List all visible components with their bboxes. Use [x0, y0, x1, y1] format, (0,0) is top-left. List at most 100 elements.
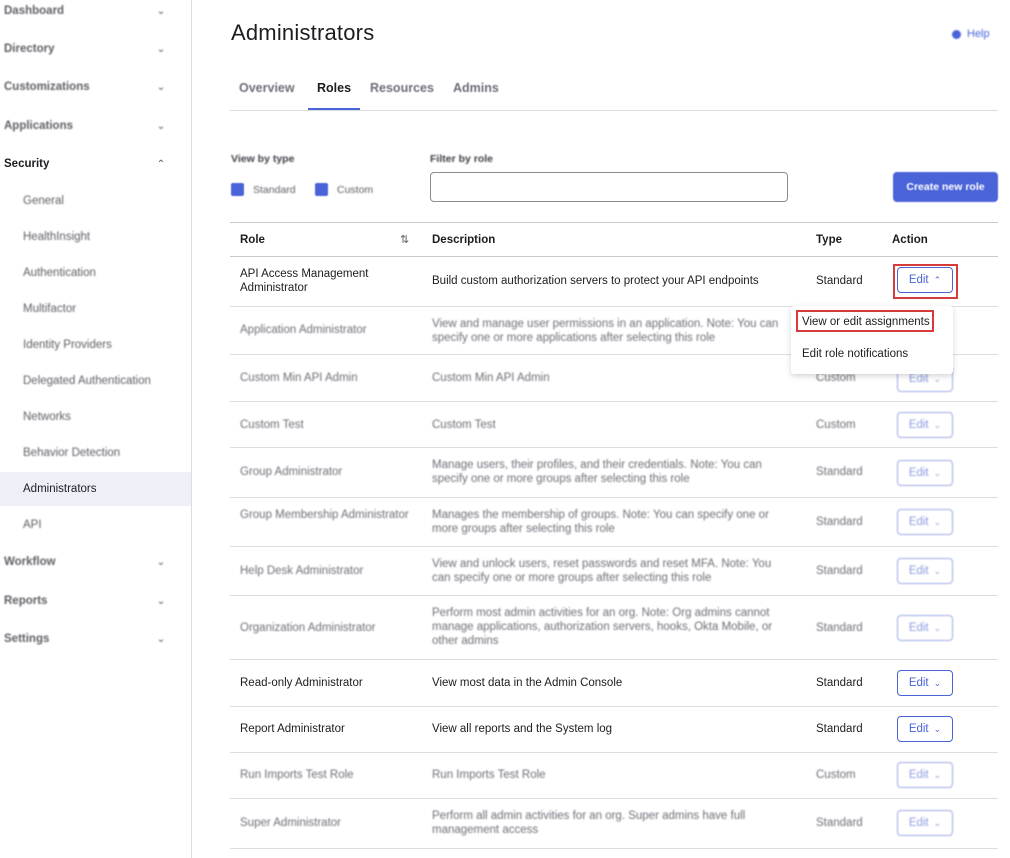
sidebar-item-authentication[interactable]: Authentication — [0, 256, 191, 290]
edit-button[interactable]: Edit ⌄ — [897, 460, 953, 486]
role-name[interactable]: Report Administrator — [240, 722, 410, 736]
role-name[interactable]: Custom Min API Admin — [240, 371, 410, 385]
edit-button[interactable]: Edit ⌄ — [897, 558, 953, 584]
role-name[interactable]: Run Imports Test Role — [240, 768, 410, 782]
role-description: View all reports and the System log — [432, 723, 613, 735]
column-header-description: Description — [432, 234, 496, 246]
nav-label: Security — [4, 158, 50, 170]
role-type: Standard — [816, 516, 863, 528]
chevron-down-icon: ⌄ — [933, 516, 942, 527]
edit-button[interactable]: Edit ⌄ — [897, 509, 953, 535]
role-name[interactable]: Custom Test — [240, 418, 410, 432]
help-icon — [952, 29, 961, 39]
role-type: Standard — [816, 275, 863, 287]
nav-security[interactable]: Security ⌃ — [4, 154, 184, 174]
role-type: Standard — [816, 622, 863, 634]
active-tab-indicator — [308, 108, 360, 110]
table-row: Help Desk Administrator View and unlock … — [230, 547, 998, 596]
edit-button[interactable]: Edit ⌄ — [897, 412, 953, 438]
chevron-down-icon: ⌄ — [156, 120, 166, 132]
sidebar-item-label: Authentication — [23, 267, 96, 279]
chevron-down-icon: ⌄ — [156, 81, 166, 93]
role-name[interactable]: Organization Administrator — [240, 621, 410, 635]
role-type: Standard — [816, 677, 863, 689]
tab-resources[interactable]: Resources — [370, 81, 434, 95]
chevron-down-icon: ⌄ — [933, 622, 942, 633]
role-description: Perform all admin activities for an org.… — [432, 810, 746, 836]
role-type: Standard — [816, 565, 863, 577]
nav-workflow[interactable]: Workflow ⌄ — [4, 552, 184, 572]
filter-by-role-input[interactable] — [430, 172, 788, 202]
sidebar-item-label: API — [23, 519, 42, 531]
sidebar-item-behavior-detection[interactable]: Behavior Detection — [0, 436, 191, 470]
edit-button[interactable]: Edit ⌄ — [897, 670, 953, 696]
role-type: Standard — [816, 466, 863, 478]
role-type: Custom — [816, 419, 856, 431]
sidebar: Dashboard ⌄ Directory ⌄ Customizations ⌄ Ap… — [0, 0, 192, 858]
tab-admins[interactable]: Admins — [453, 81, 499, 95]
nav-applications[interactable]: Applications ⌄ — [4, 116, 184, 136]
role-name[interactable]: Read-only Administrator — [240, 676, 410, 690]
edit-label: Edit — [908, 769, 929, 781]
edit-label: Edit — [908, 467, 929, 479]
role-type: Standard — [816, 723, 863, 735]
edit-button[interactable]: Edit ⌄ — [897, 615, 953, 641]
sidebar-item-networks[interactable]: Networks — [0, 400, 191, 434]
table-row: Group Administrator Manage users, their … — [230, 448, 998, 498]
sort-icon[interactable]: ⇅ — [400, 233, 409, 246]
tab-overview[interactable]: Overview — [239, 81, 295, 95]
custom-checkbox[interactable] — [315, 183, 328, 196]
role-description: Manages the membership of groups. Note: … — [432, 509, 769, 535]
role-type: Custom — [816, 769, 856, 781]
column-header-role[interactable]: Role — [240, 234, 265, 246]
chevron-down-icon: ⌄ — [933, 565, 942, 576]
role-name[interactable]: Group Administrator — [240, 465, 410, 479]
role-name[interactable]: Super Administrator — [240, 816, 410, 830]
role-name[interactable]: Application Administrator — [240, 323, 410, 337]
role-name[interactable]: API Access Management Administrator — [240, 267, 410, 295]
nav-settings[interactable]: Settings ⌄ — [4, 629, 184, 649]
sidebar-item-healthinsight[interactable]: HealthInsight — [0, 220, 191, 254]
edit-button[interactable]: Edit ⌄ — [897, 810, 953, 836]
sidebar-item-general[interactable]: General — [0, 184, 191, 218]
sidebar-item-label: Administrators — [23, 483, 97, 495]
sidebar-item-label: Delegated Authentication — [23, 375, 151, 387]
role-type: Standard — [816, 817, 863, 829]
sidebar-item-delegated-authentication[interactable]: Delegated Authentication — [0, 364, 191, 398]
nav-label: Directory — [4, 43, 55, 55]
nav-customizations[interactable]: Customizations ⌄ — [4, 77, 184, 97]
role-description: Run Imports Test Role — [432, 769, 546, 781]
edit-label: Edit — [908, 565, 929, 577]
sidebar-item-multifactor[interactable]: Multifactor — [0, 292, 191, 326]
menu-item-edit-role-notifications[interactable]: Edit role notifications — [802, 348, 908, 360]
role-name[interactable]: Group Membership Administrator — [240, 508, 410, 522]
sidebar-item-api[interactable]: API — [0, 508, 191, 542]
edit-button[interactable]: Edit ⌄ — [897, 716, 953, 742]
table-row: Group Membership Administrator Manages t… — [230, 498, 998, 547]
edit-button[interactable]: Edit ⌄ — [897, 762, 953, 788]
standard-checkbox[interactable] — [231, 183, 244, 196]
chevron-down-icon: ⌄ — [156, 556, 166, 568]
chevron-down-icon: ⌄ — [933, 373, 942, 384]
edit-label: Edit — [908, 622, 929, 634]
nav-reports[interactable]: Reports ⌄ — [4, 591, 184, 611]
help-link[interactable]: Help — [952, 28, 990, 40]
sidebar-item-label: Behavior Detection — [23, 447, 121, 459]
sidebar-item-identity-providers[interactable]: Identity Providers — [0, 328, 191, 362]
table-row: Super Administrator Perform all admin ac… — [230, 799, 998, 849]
chevron-down-icon: ⌄ — [933, 419, 942, 430]
sidebar-item-label: Identity Providers — [23, 339, 112, 351]
filter-by-role-label: Filter by role — [430, 153, 494, 165]
tab-roles[interactable]: Roles — [317, 81, 351, 95]
standard-checkbox-label: Standard — [253, 184, 296, 196]
sidebar-item-administrators[interactable]: Administrators — [0, 472, 191, 506]
chevron-down-icon: ⌄ — [933, 817, 942, 828]
column-header-action: Action — [892, 234, 928, 246]
menu-item-highlight — [796, 310, 934, 332]
nav-dashboard[interactable]: Dashboard ⌄ — [4, 1, 184, 21]
nav-directory[interactable]: Directory ⌄ — [4, 39, 184, 59]
role-description: Custom Test — [432, 419, 496, 431]
role-name[interactable]: Help Desk Administrator — [240, 564, 410, 578]
create-new-role-button[interactable]: Create new role — [893, 172, 998, 202]
nav-label: Applications — [4, 120, 74, 132]
